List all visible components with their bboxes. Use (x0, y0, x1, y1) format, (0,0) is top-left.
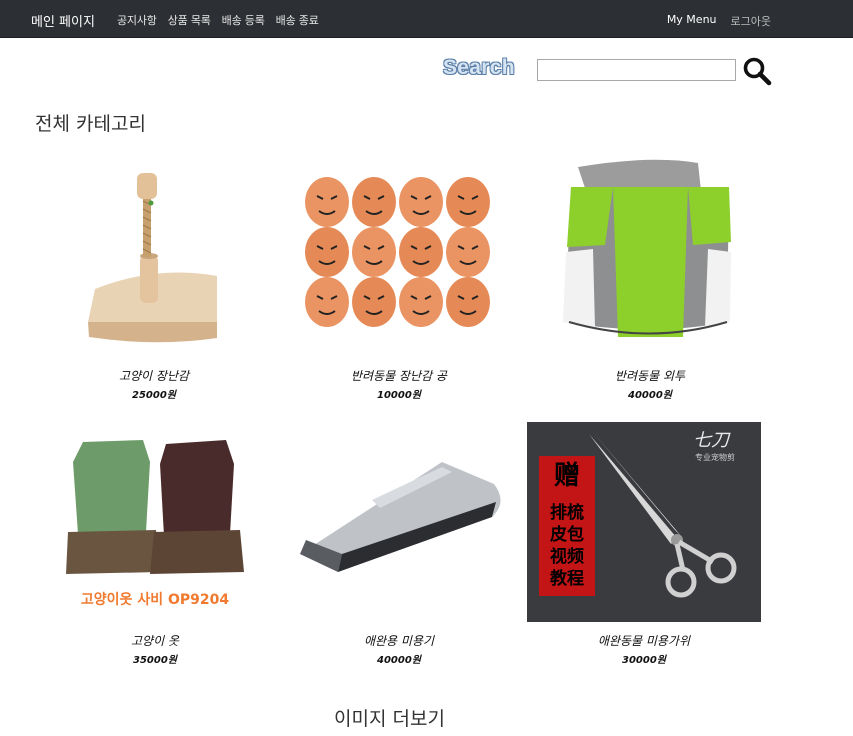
nav-link-delivery-register[interactable]: 배송 등록 (222, 12, 265, 28)
top-navbar: 메인 페이지 공지사항 상품 목록 배송 등록 배송 종료 My Menu 로그… (0, 0, 853, 38)
product-image-text: 教程 (549, 568, 584, 589)
egg-ball (399, 227, 443, 277)
egg-ball (446, 177, 490, 227)
product-name[interactable]: 반려동물 장난감 공 (282, 367, 516, 384)
product-card[interactable]: 반려동물 장난감 공 10000원 (282, 157, 516, 401)
my-menu-link[interactable]: My Menu (667, 13, 717, 29)
product-name[interactable]: 고양이 장난감 (37, 367, 271, 384)
product-image-text: 皮包 (550, 524, 584, 545)
egg-ball (305, 277, 349, 327)
logout-link[interactable]: 로그아웃 (731, 13, 771, 29)
egg-ball (399, 177, 443, 227)
egg-ball (352, 227, 396, 277)
product-price: 10000원 (377, 390, 421, 401)
more-images-link[interactable]: 이미지 더보기 (334, 704, 445, 731)
product-name[interactable]: 애완동물 미용가위 (527, 632, 761, 649)
product-image-text: 赠 (554, 460, 580, 491)
product-image-text: 排梳 (550, 502, 584, 523)
egg-ball (352, 177, 396, 227)
product-card[interactable]: 고양이옷 사비 OP9204 고양이 옷 35000원 (38, 422, 272, 666)
product-image-egg-balls[interactable] (282, 157, 516, 357)
product-image-cat-clothes[interactable]: 고양이옷 사비 OP9204 (38, 422, 272, 622)
search-input[interactable] (537, 59, 736, 81)
product-price: 40000원 (377, 655, 421, 666)
egg-ball (305, 177, 349, 227)
egg-ball (352, 277, 396, 327)
product-card[interactable]: 반려동물 외투 40000원 (533, 157, 767, 401)
nav-link-delivery-end[interactable]: 배송 종료 (276, 12, 319, 28)
search-button[interactable] (742, 56, 772, 86)
product-image-cat-toy[interactable] (37, 157, 271, 357)
egg-ball (446, 227, 490, 277)
product-image-text: 视频 (550, 546, 584, 567)
product-card[interactable]: 고양이 장난감 25000원 (37, 157, 271, 401)
egg-ball (446, 277, 490, 327)
svg-text:七刀: 七刀 (693, 430, 731, 451)
product-name[interactable]: 애완용 미용기 (282, 632, 516, 649)
product-image-pet-coat[interactable] (533, 157, 767, 357)
nav-right: My Menu 로그아웃 (667, 13, 771, 29)
egg-ball (399, 277, 443, 327)
nav-link-product-list[interactable]: 상품 목록 (168, 12, 211, 28)
product-price: 25000원 (132, 390, 176, 401)
product-name[interactable]: 고양이 옷 (38, 632, 272, 649)
product-card[interactable]: 七刀 专业宠物剪 赠 排梳 皮包 视频 教程 애완동물 미용가위 30000원 (527, 422, 761, 666)
nav-links: 공지사항 상품 목록 배송 등록 배송 종료 (117, 12, 319, 28)
product-image-caption: 고양이옷 사비 OP9204 (81, 591, 229, 608)
product-card[interactable]: 애완용 미용기 40000원 (282, 422, 516, 666)
product-price: 35000원 (133, 655, 177, 666)
brand-link[interactable]: 메인 페이지 (31, 11, 95, 30)
search-icon (743, 57, 772, 86)
nav-link-notice[interactable]: 공지사항 (117, 12, 157, 28)
product-price: 30000원 (622, 655, 666, 666)
category-title: 전체 카테고리 (35, 113, 146, 135)
egg-ball (305, 227, 349, 277)
product-price: 40000원 (628, 390, 672, 401)
product-image-scissors[interactable]: 七刀 专业宠物剪 赠 排梳 皮包 视频 教程 (527, 422, 761, 622)
product-image-brand: 专业宠物剪 (695, 452, 735, 462)
product-name[interactable]: 반려동물 외투 (533, 367, 767, 384)
search-label: Search (443, 56, 515, 79)
product-image-clipper[interactable] (282, 422, 516, 622)
